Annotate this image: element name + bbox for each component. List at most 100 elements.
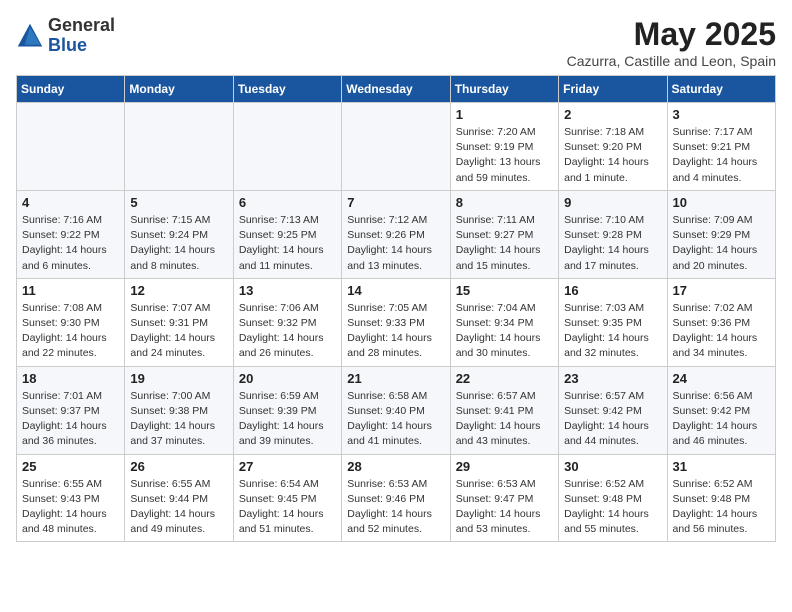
calendar-cell: 6 Sunrise: 7:13 AM Sunset: 9:25 PM Daylig… (233, 190, 341, 278)
calendar-cell: 29 Sunrise: 6:53 AM Sunset: 9:47 PM Dayli… (450, 454, 558, 542)
weekday-header-row: SundayMondayTuesdayWednesdayThursdayFrid… (17, 76, 776, 103)
day-info: Sunrise: 6:57 AM Sunset: 9:41 PM Dayligh… (456, 389, 553, 450)
calendar-cell: 7 Sunrise: 7:12 AM Sunset: 9:26 PM Daylig… (342, 190, 450, 278)
calendar-cell: 8 Sunrise: 7:11 AM Sunset: 9:27 PM Daylig… (450, 190, 558, 278)
day-number: 16 (564, 283, 661, 298)
calendar-cell: 30 Sunrise: 6:52 AM Sunset: 9:48 PM Dayli… (559, 454, 667, 542)
day-info: Sunrise: 7:13 AM Sunset: 9:25 PM Dayligh… (239, 213, 336, 274)
calendar-week-row: 4Sunrise: 7:16 AM Sunset: 9:22 PM Daylig… (17, 190, 776, 278)
day-info: Sunrise: 6:55 AM Sunset: 9:44 PM Dayligh… (130, 477, 227, 538)
calendar-cell: 24Sunrise: 6:56 AM Sunset: 9:42 PM Dayli… (667, 366, 775, 454)
day-number: 6 (239, 195, 336, 210)
day-info: Sunrise: 7:07 AM Sunset: 9:31 PM Dayligh… (130, 301, 227, 362)
day-number: 19 (130, 371, 227, 386)
day-number: 10 (673, 195, 770, 210)
weekday-header-tuesday: Tuesday (233, 76, 341, 103)
calendar-cell: 21Sunrise: 6:58 AM Sunset: 9:40 PM Dayli… (342, 366, 450, 454)
day-number: 7 (347, 195, 444, 210)
calendar-week-row: 25Sunrise: 6:55 AM Sunset: 9:43 PM Dayli… (17, 454, 776, 542)
day-number: 2 (564, 107, 661, 122)
calendar-week-row: 1 Sunrise: 7:20 AM Sunset: 9:19 PM Daylig… (17, 103, 776, 191)
weekday-header-monday: Monday (125, 76, 233, 103)
day-number: 15 (456, 283, 553, 298)
day-info: Sunrise: 7:08 AM Sunset: 9:30 PM Dayligh… (22, 301, 119, 362)
day-info: Sunrise: 7:04 AM Sunset: 9:34 PM Dayligh… (456, 301, 553, 362)
calendar-cell: 14Sunrise: 7:05 AM Sunset: 9:33 PM Dayli… (342, 278, 450, 366)
logo-general-text: General (48, 16, 115, 36)
day-number: 26 (130, 459, 227, 474)
logo: General Blue (16, 16, 115, 56)
calendar-cell: 20 Sunrise: 6:59 AM Sunset: 9:39 PM Dayli… (233, 366, 341, 454)
calendar-cell: 28 Sunrise: 6:53 AM Sunset: 9:46 PM Dayli… (342, 454, 450, 542)
weekday-header-sunday: Sunday (17, 76, 125, 103)
day-number: 18 (22, 371, 119, 386)
day-info: Sunrise: 6:55 AM Sunset: 9:43 PM Dayligh… (22, 477, 119, 538)
logo-icon (16, 22, 44, 50)
weekday-header-thursday: Thursday (450, 76, 558, 103)
logo-blue-text: Blue (48, 36, 115, 56)
calendar-cell: 11 Sunrise: 7:08 AM Sunset: 9:30 PM Dayli… (17, 278, 125, 366)
day-info: Sunrise: 6:54 AM Sunset: 9:45 PM Dayligh… (239, 477, 336, 538)
calendar-cell: 22 Sunrise: 6:57 AM Sunset: 9:41 PM Dayli… (450, 366, 558, 454)
day-info: Sunrise: 7:11 AM Sunset: 9:27 PM Dayligh… (456, 213, 553, 274)
day-info: Sunrise: 7:09 AM Sunset: 9:29 PM Dayligh… (673, 213, 770, 274)
calendar-cell: 4Sunrise: 7:16 AM Sunset: 9:22 PM Daylig… (17, 190, 125, 278)
calendar-cell: 15 Sunrise: 7:04 AM Sunset: 9:34 PM Dayli… (450, 278, 558, 366)
day-info: Sunrise: 6:53 AM Sunset: 9:47 PM Dayligh… (456, 477, 553, 538)
calendar-cell: 2 Sunrise: 7:18 AM Sunset: 9:20 PM Daylig… (559, 103, 667, 191)
day-info: Sunrise: 7:12 AM Sunset: 9:26 PM Dayligh… (347, 213, 444, 274)
calendar-cell (342, 103, 450, 191)
day-number: 11 (22, 283, 119, 298)
day-number: 21 (347, 371, 444, 386)
day-info: Sunrise: 7:16 AM Sunset: 9:22 PM Dayligh… (22, 213, 119, 274)
day-number: 22 (456, 371, 553, 386)
day-number: 3 (673, 107, 770, 122)
weekday-header-saturday: Saturday (667, 76, 775, 103)
day-number: 29 (456, 459, 553, 474)
day-number: 1 (456, 107, 553, 122)
day-info: Sunrise: 7:17 AM Sunset: 9:21 PM Dayligh… (673, 125, 770, 186)
calendar-cell: 18 Sunrise: 7:01 AM Sunset: 9:37 PM Dayli… (17, 366, 125, 454)
day-info: Sunrise: 6:53 AM Sunset: 9:46 PM Dayligh… (347, 477, 444, 538)
day-info: Sunrise: 7:02 AM Sunset: 9:36 PM Dayligh… (673, 301, 770, 362)
calendar-cell: 27 Sunrise: 6:54 AM Sunset: 9:45 PM Dayli… (233, 454, 341, 542)
calendar-cell (17, 103, 125, 191)
day-number: 31 (673, 459, 770, 474)
calendar-cell: 3 Sunrise: 7:17 AM Sunset: 9:21 PM Daylig… (667, 103, 775, 191)
calendar-cell: 16 Sunrise: 7:03 AM Sunset: 9:35 PM Dayli… (559, 278, 667, 366)
calendar-cell: 17 Sunrise: 7:02 AM Sunset: 9:36 PM Dayli… (667, 278, 775, 366)
day-info: Sunrise: 7:18 AM Sunset: 9:20 PM Dayligh… (564, 125, 661, 186)
day-info: Sunrise: 6:57 AM Sunset: 9:42 PM Dayligh… (564, 389, 661, 450)
calendar-cell: 9Sunrise: 7:10 AM Sunset: 9:28 PM Daylig… (559, 190, 667, 278)
day-number: 8 (456, 195, 553, 210)
day-number: 27 (239, 459, 336, 474)
calendar-cell: 26 Sunrise: 6:55 AM Sunset: 9:44 PM Dayli… (125, 454, 233, 542)
day-info: Sunrise: 7:10 AM Sunset: 9:28 PM Dayligh… (564, 213, 661, 274)
calendar-cell: 10 Sunrise: 7:09 AM Sunset: 9:29 PM Dayli… (667, 190, 775, 278)
day-number: 13 (239, 283, 336, 298)
day-info: Sunrise: 7:20 AM Sunset: 9:19 PM Dayligh… (456, 125, 553, 186)
calendar-cell (125, 103, 233, 191)
day-info: Sunrise: 6:56 AM Sunset: 9:42 PM Dayligh… (673, 389, 770, 450)
day-number: 12 (130, 283, 227, 298)
day-info: Sunrise: 6:52 AM Sunset: 9:48 PM Dayligh… (673, 477, 770, 538)
weekday-header-friday: Friday (559, 76, 667, 103)
calendar-cell: 1 Sunrise: 7:20 AM Sunset: 9:19 PM Daylig… (450, 103, 558, 191)
day-info: Sunrise: 7:01 AM Sunset: 9:37 PM Dayligh… (22, 389, 119, 450)
page-header: General Blue May 2025 Cazurra, Castille … (16, 16, 776, 69)
day-number: 17 (673, 283, 770, 298)
calendar-cell: 12 Sunrise: 7:07 AM Sunset: 9:31 PM Dayli… (125, 278, 233, 366)
calendar-week-row: 18 Sunrise: 7:01 AM Sunset: 9:37 PM Dayli… (17, 366, 776, 454)
day-number: 5 (130, 195, 227, 210)
day-number: 30 (564, 459, 661, 474)
day-number: 20 (239, 371, 336, 386)
title-block: May 2025 Cazurra, Castille and Leon, Spa… (567, 16, 776, 69)
day-info: Sunrise: 7:15 AM Sunset: 9:24 PM Dayligh… (130, 213, 227, 274)
calendar-table: SundayMondayTuesdayWednesdayThursdayFrid… (16, 75, 776, 542)
day-number: 28 (347, 459, 444, 474)
calendar-week-row: 11 Sunrise: 7:08 AM Sunset: 9:30 PM Dayli… (17, 278, 776, 366)
day-info: Sunrise: 6:59 AM Sunset: 9:39 PM Dayligh… (239, 389, 336, 450)
day-info: Sunrise: 6:52 AM Sunset: 9:48 PM Dayligh… (564, 477, 661, 538)
day-info: Sunrise: 7:03 AM Sunset: 9:35 PM Dayligh… (564, 301, 661, 362)
calendar-cell: 19Sunrise: 7:00 AM Sunset: 9:38 PM Dayli… (125, 366, 233, 454)
